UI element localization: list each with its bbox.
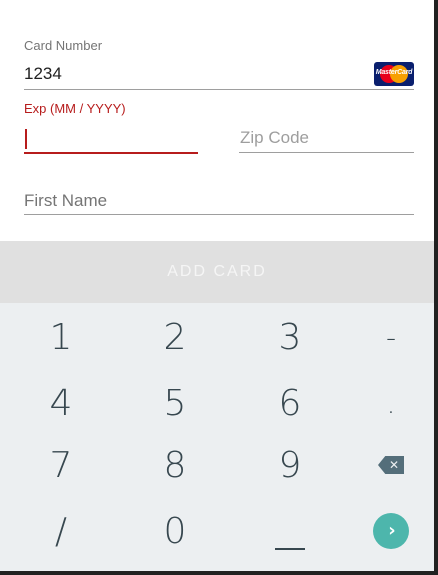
add-card-button[interactable]: ADD CARD: [0, 241, 434, 303]
key-2[interactable]: 2: [121, 305, 229, 369]
next-icon: ›: [373, 513, 409, 549]
zip-code-input[interactable]: Zip Code: [240, 128, 309, 148]
expiry-label: Exp (MM / YYYY): [24, 101, 126, 116]
key-slash[interactable]: /: [7, 499, 115, 563]
key-period[interactable]: .: [337, 371, 434, 435]
key-1[interactable]: 1: [7, 305, 115, 369]
card-number-input[interactable]: 1234: [24, 64, 62, 84]
key-5[interactable]: 5: [121, 371, 229, 435]
mastercard-logo-text: MasterCard: [375, 69, 413, 76]
key-dash[interactable]: -: [337, 305, 434, 369]
card-number-underline: [24, 89, 414, 90]
backspace-glyph: ✕: [388, 458, 400, 472]
underscore-glyph: [275, 548, 305, 550]
add-card-button-label: ADD CARD: [167, 263, 267, 280]
card-form: Card Number 1234 MasterCard Exp (MM / YY…: [0, 0, 434, 241]
key-7[interactable]: 7: [7, 433, 115, 497]
key-3[interactable]: 3: [236, 305, 344, 369]
key-9[interactable]: 9: [236, 433, 344, 497]
key-underscore[interactable]: [236, 499, 344, 563]
backspace-key[interactable]: ✕: [337, 433, 434, 497]
numeric-keypad: 1 2 3 - 4 5 6 . 7 8 9 ✕ / 0 ›: [0, 303, 434, 571]
expiry-input[interactable]: [25, 129, 27, 149]
first-name-underline: [24, 214, 414, 215]
key-6[interactable]: 6: [236, 371, 344, 435]
next-key[interactable]: ›: [337, 499, 434, 563]
zip-code-underline: [239, 152, 414, 153]
key-4[interactable]: 4: [7, 371, 115, 435]
card-number-label: Card Number: [24, 38, 103, 53]
key-0[interactable]: 0: [121, 499, 229, 563]
next-glyph: ›: [388, 519, 396, 541]
first-name-input[interactable]: First Name: [24, 191, 107, 211]
expiry-underline: [24, 152, 198, 154]
mastercard-icon: MasterCard: [374, 62, 414, 86]
add-card-screen: Card Number 1234 MasterCard Exp (MM / YY…: [0, 0, 434, 571]
key-8[interactable]: 8: [121, 433, 229, 497]
backspace-icon: ✕: [378, 456, 404, 474]
